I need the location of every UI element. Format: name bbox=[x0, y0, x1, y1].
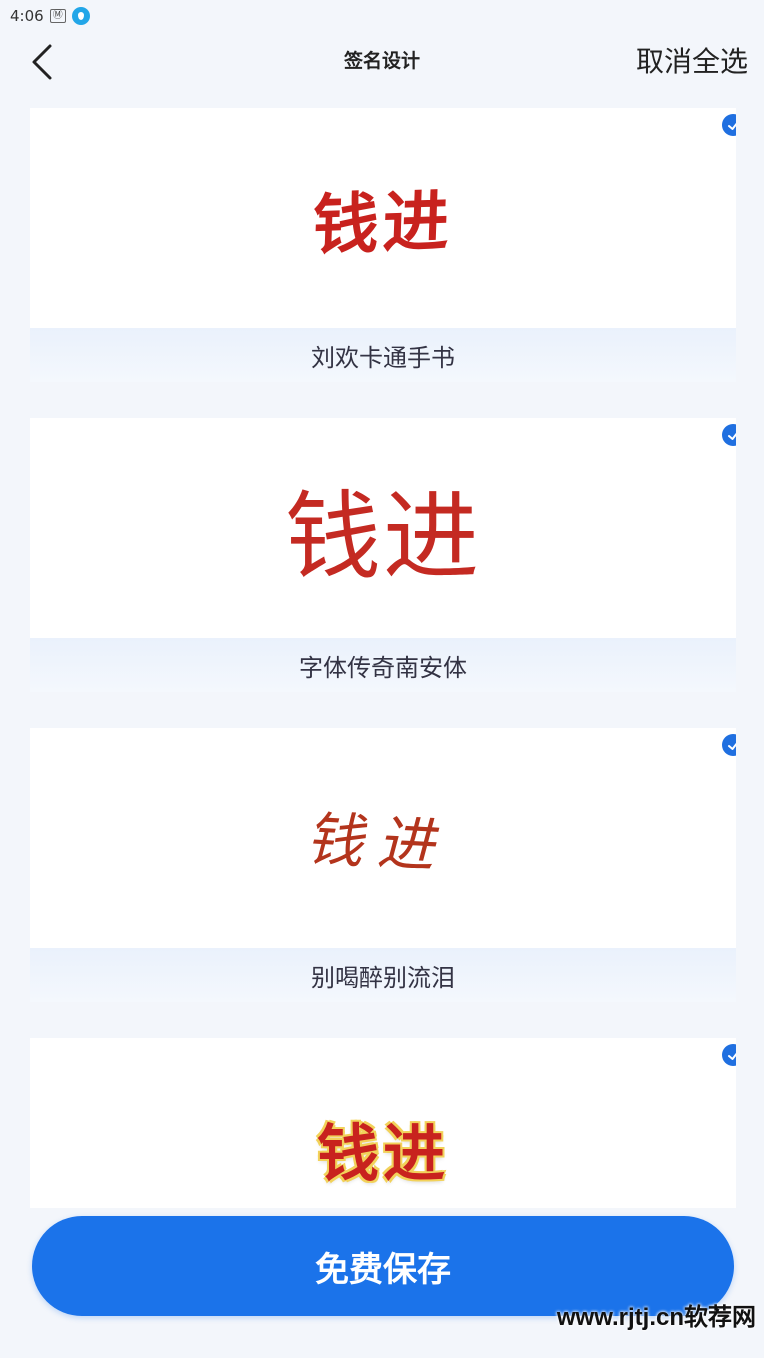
status-time: 4:06 bbox=[10, 7, 44, 25]
signature-preview[interactable]: 钱进 bbox=[30, 108, 736, 328]
nav-bar: 签名设计 取消全选 bbox=[0, 32, 764, 92]
signature-text: 钱进 bbox=[316, 1117, 449, 1190]
deselect-all-button[interactable]: 取消全选 bbox=[636, 40, 748, 80]
signature-text: 钱进 bbox=[285, 483, 481, 591]
watermark: www.rjtj.cn软荐网 bbox=[556, 1304, 756, 1331]
font-card[interactable]: 钱进 刘欢卡通手书 bbox=[30, 108, 736, 398]
font-card[interactable]: 钱进 bbox=[30, 1038, 736, 1208]
font-card[interactable]: 钱进 别喝醉别流泪 bbox=[30, 728, 736, 1018]
signature-preview[interactable]: 钱进 bbox=[30, 728, 736, 948]
status-bar: 4:06 Ⓜ bbox=[0, 0, 764, 32]
font-name-label: 字体传奇南安体 bbox=[30, 638, 736, 692]
signature-text: 钱进 bbox=[311, 181, 455, 265]
drop-icon bbox=[71, 7, 90, 25]
signature-preview[interactable]: 钱进 bbox=[30, 1038, 736, 1208]
font-name-label: 刘欢卡通手书 bbox=[30, 328, 736, 382]
sim-icon: Ⓜ bbox=[49, 9, 66, 23]
font-card[interactable]: 钱进 字体传奇南安体 bbox=[30, 418, 736, 708]
font-name-label: 别喝醉别流泪 bbox=[30, 948, 736, 1002]
signature-text: 钱进 bbox=[301, 805, 462, 881]
font-list: 钱进 刘欢卡通手书 钱进 字体传奇南安体 钱进 别喝醉别流泪 钱进 bbox=[30, 108, 736, 1208]
signature-preview[interactable]: 钱进 bbox=[30, 418, 736, 638]
